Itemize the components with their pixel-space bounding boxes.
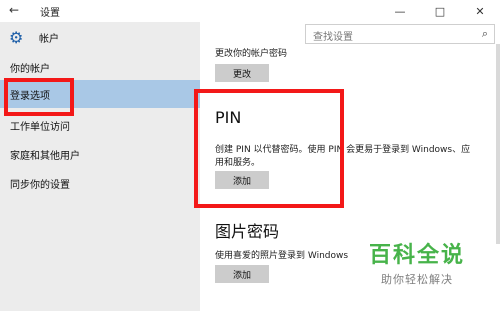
sidebar-item-your-account[interactable]: 你的帐户 xyxy=(0,53,200,81)
title-bar: ← 设置 — □ ✕ xyxy=(0,0,500,22)
gear-icon: ⚙ xyxy=(9,28,24,47)
password-description: 更改你的帐户密码 xyxy=(215,49,288,59)
back-arrow-icon[interactable]: ← xyxy=(9,3,19,17)
sidebar-header: ⚙ 帐户 xyxy=(9,28,59,47)
minimize-icon[interactable]: — xyxy=(380,0,420,22)
sidebar-item-sync-settings[interactable]: 同步你的设置 xyxy=(0,169,200,197)
picture-password-description: 使用喜爱的照片登录到 Windows xyxy=(215,251,349,261)
add-picture-password-button[interactable]: 添加 xyxy=(215,265,269,283)
change-password-button[interactable]: 更改 xyxy=(215,64,269,82)
scrollbar[interactable] xyxy=(496,44,500,244)
window-controls: — □ ✕ xyxy=(380,0,500,22)
sidebar-header-label: 帐户 xyxy=(39,34,59,45)
watermark-subtitle: 助你轻松解决 xyxy=(381,273,453,286)
maximize-icon[interactable]: □ xyxy=(420,0,460,22)
watermark: 百科全说 助你轻松解决 xyxy=(362,237,472,287)
watermark-title: 百科全说 xyxy=(368,243,465,268)
window-title: 设置 xyxy=(40,8,60,19)
search-icon[interactable]: ⌕ xyxy=(482,27,488,41)
sidebar: ⚙ 帐户 你的帐户 登录选项 工作单位访问 家庭和其他用户 同步你的设置 xyxy=(0,22,200,311)
highlight-box-sign-in-options xyxy=(4,78,74,116)
search-box[interactable]: 查找设置 ⌕ xyxy=(305,24,495,44)
picture-password-heading: 图片密码 xyxy=(215,222,280,241)
highlight-box-pin xyxy=(194,89,344,208)
close-icon[interactable]: ✕ xyxy=(460,0,500,22)
sidebar-item-family-users[interactable]: 家庭和其他用户 xyxy=(0,140,200,168)
search-placeholder: 查找设置 xyxy=(313,32,353,43)
